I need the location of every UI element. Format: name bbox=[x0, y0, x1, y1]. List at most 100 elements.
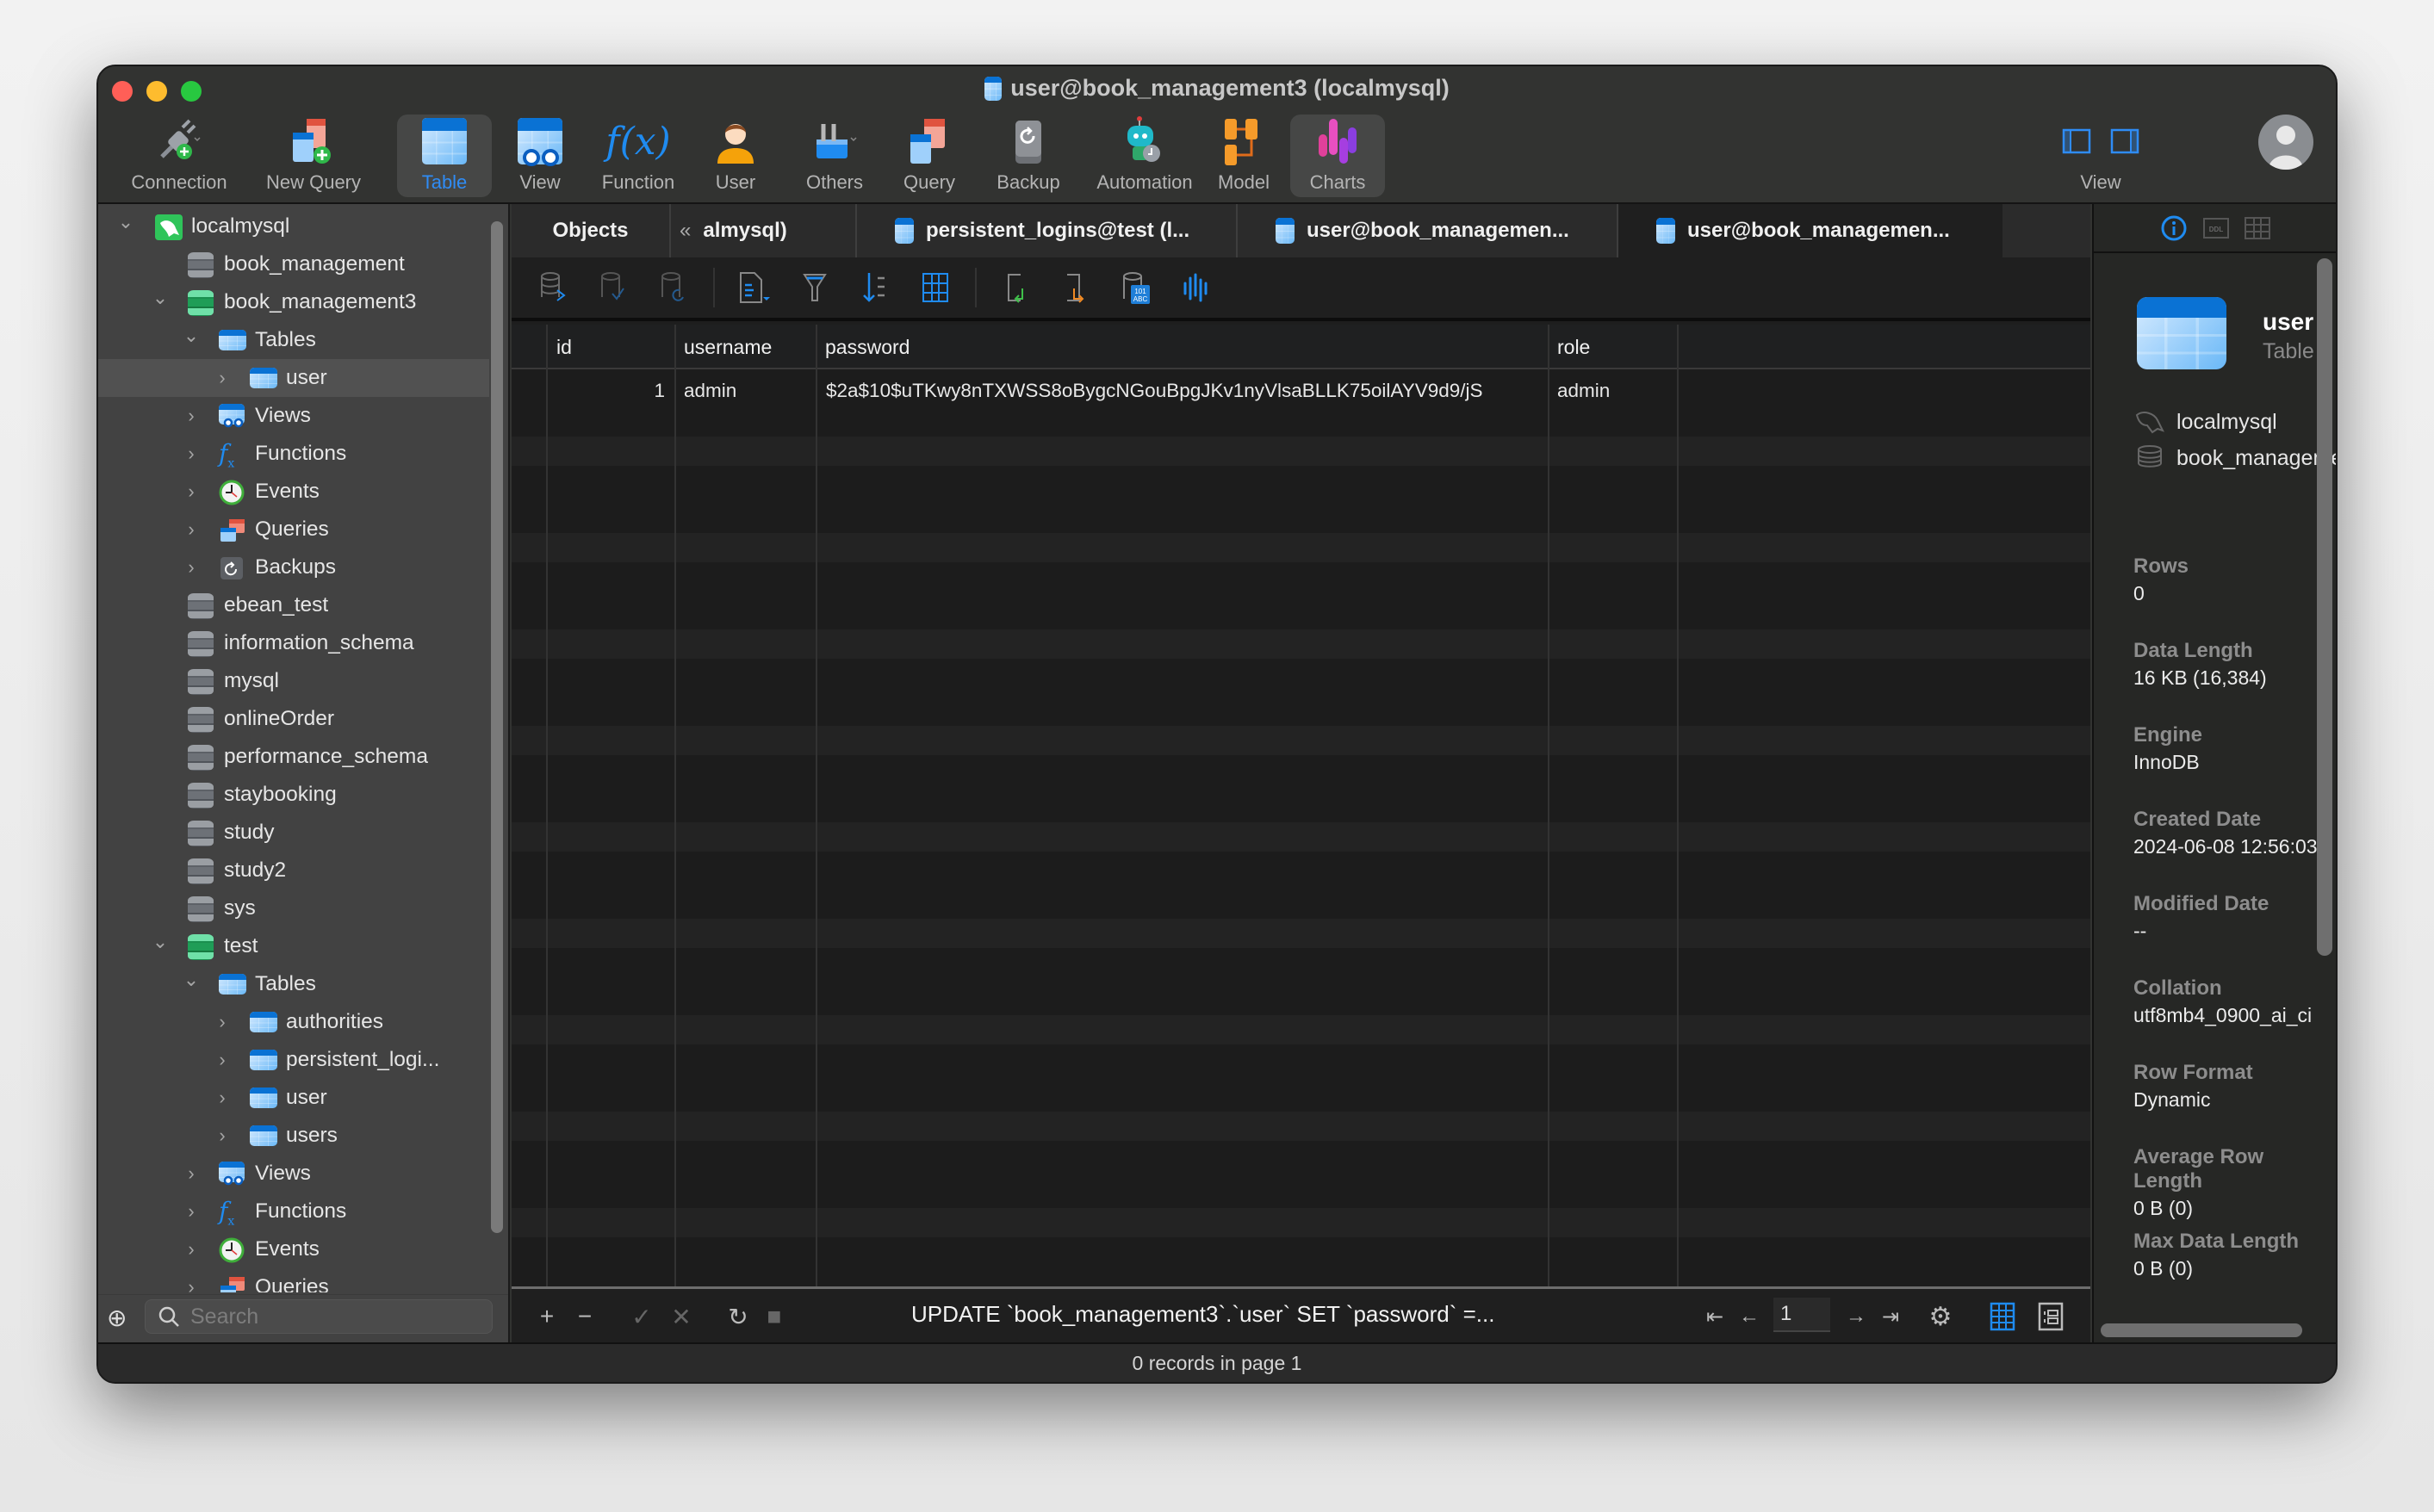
sidebar-item-queries[interactable]: › Queries bbox=[98, 511, 489, 548]
delete-record-button[interactable]: − bbox=[570, 1299, 599, 1334]
column-header-username[interactable]: username bbox=[675, 325, 817, 369]
column-divider[interactable] bbox=[1677, 325, 1679, 1286]
sidebar-item-user[interactable]: › user bbox=[98, 359, 489, 397]
chevron-down-icon[interactable]: ⌄ bbox=[183, 969, 200, 990]
tab-scroll-left-icon[interactable]: « bbox=[680, 219, 691, 243]
chevron-right-icon[interactable]: › bbox=[214, 1125, 231, 1146]
sidebar-item-staybooking[interactable]: staybooking bbox=[98, 776, 489, 814]
sidebar-item-events[interactable]: › Events bbox=[98, 1230, 489, 1268]
sidebar-item-user[interactable]: › user bbox=[98, 1079, 489, 1117]
column-header-id[interactable]: id bbox=[548, 325, 675, 369]
chevron-down-icon[interactable]: ⌄ bbox=[117, 211, 134, 232]
toolbar-connection[interactable]: Connection bbox=[114, 115, 245, 197]
tab-persistent-logins[interactable]: persistent_logins@test (l... bbox=[857, 204, 1238, 257]
form-view-icon[interactable] bbox=[2036, 1299, 2065, 1334]
layout-icon[interactable] bbox=[2244, 216, 2270, 239]
toolbar-query[interactable]: Query bbox=[891, 115, 968, 197]
chevron-down-icon[interactable]: ⌄ bbox=[152, 931, 169, 952]
sidebar-item-events[interactable]: › Events bbox=[98, 473, 489, 511]
table-row[interactable]: 1 admin $2a$10$uTKwy8nTXWSS8oBygcNGouBpg… bbox=[512, 372, 2090, 410]
add-record-button[interactable]: + bbox=[532, 1299, 562, 1334]
sidebar-item-views[interactable]: › Views bbox=[98, 1155, 489, 1193]
sidebar-item-queries[interactable]: › Queries bbox=[98, 1268, 489, 1292]
cell-id[interactable]: 1 bbox=[548, 372, 665, 410]
column-header-password[interactable]: password bbox=[817, 325, 1549, 369]
toolbar-function[interactable]: f(x) Function bbox=[591, 115, 686, 197]
info-panel-scrollbar[interactable] bbox=[2317, 258, 2332, 956]
ddl-icon[interactable]: DDL bbox=[2202, 217, 2229, 239]
begin-transaction-icon[interactable] bbox=[532, 267, 574, 308]
cell-username[interactable]: admin bbox=[684, 372, 736, 410]
commit-icon[interactable] bbox=[593, 267, 634, 308]
toolbar-new-query[interactable]: New Query bbox=[245, 115, 382, 197]
sidebar-item-authorities[interactable]: › authorities bbox=[98, 1003, 489, 1041]
toolbar-user[interactable]: User bbox=[701, 115, 770, 197]
chevron-down-icon[interactable]: ⌄ bbox=[183, 325, 200, 346]
last-page-icon[interactable]: ⇥ bbox=[1876, 1299, 1905, 1334]
cell-password[interactable]: $2a$10$uTKwy8nTXWSS8oBygcNGouBpgJKv1nyVl… bbox=[826, 372, 1483, 410]
column-divider[interactable] bbox=[816, 325, 817, 1286]
sql-preview[interactable]: UPDATE `book_management3`.`user` SET `pa… bbox=[911, 1301, 1494, 1328]
first-page-icon[interactable]: ⇤ bbox=[1700, 1299, 1729, 1334]
sidebar-item-tables[interactable]: ⌄ Tables bbox=[98, 321, 489, 359]
columns-icon[interactable] bbox=[915, 267, 956, 308]
chevron-right-icon[interactable]: › bbox=[214, 1087, 231, 1108]
rollback-icon[interactable] bbox=[653, 267, 694, 308]
chart-view-icon[interactable] bbox=[1177, 267, 1218, 308]
chevron-right-icon[interactable]: › bbox=[214, 1011, 231, 1032]
next-page-icon[interactable]: → bbox=[1841, 1299, 1871, 1334]
sidebar-item-book-management[interactable]: book_management bbox=[98, 245, 489, 283]
chevron-right-icon[interactable]: › bbox=[183, 480, 200, 502]
sort-icon[interactable] bbox=[854, 267, 896, 308]
sidebar-item-information-schema[interactable]: information_schema bbox=[98, 624, 489, 662]
chevron-right-icon[interactable]: › bbox=[183, 556, 200, 578]
sidebar-item-book-management3[interactable]: ⌄ book_management3 bbox=[98, 283, 489, 321]
cell-role[interactable]: admin bbox=[1557, 372, 1610, 410]
chevron-down-icon[interactable]: ⌄ bbox=[152, 287, 169, 308]
sidebar-item-ebean-test[interactable]: ebean_test bbox=[98, 586, 489, 624]
tab-user-design[interactable]: user@book_managemen... bbox=[1238, 204, 1618, 257]
info-icon[interactable] bbox=[2160, 214, 2188, 242]
sidebar-item-test[interactable]: ⌄ test bbox=[98, 927, 489, 965]
sidebar-item-sys[interactable]: sys bbox=[98, 889, 489, 927]
tab-user-data[interactable]: user@book_managemen... bbox=[1618, 204, 2002, 257]
sidebar-item-study[interactable]: study bbox=[98, 814, 489, 852]
stop-button[interactable]: ■ bbox=[760, 1299, 789, 1334]
discard-changes-button[interactable]: ✕ bbox=[667, 1299, 696, 1334]
tab-objects[interactable]: Objects bbox=[512, 204, 671, 257]
data-generation-icon[interactable]: 101 ABC bbox=[1116, 267, 1158, 308]
import-icon[interactable] bbox=[996, 267, 1037, 308]
sidebar-item-study2[interactable]: study2 bbox=[98, 852, 489, 889]
chevron-right-icon[interactable]: › bbox=[214, 367, 231, 388]
chevron-right-icon[interactable]: › bbox=[183, 1238, 200, 1260]
sidebar-item-functions[interactable]: › fx Functions bbox=[98, 435, 489, 473]
search-input[interactable]: Search bbox=[145, 1299, 493, 1334]
right-panel-toggle-icon[interactable] bbox=[2110, 128, 2139, 154]
sidebar-item-performance-schema[interactable]: performance_schema bbox=[98, 738, 489, 776]
sidebar-item-tables[interactable]: ⌄ Tables bbox=[98, 965, 489, 1003]
sidebar-item-persistent-logi[interactable]: › persistent_logi... bbox=[98, 1041, 489, 1079]
toolbar-view[interactable]: View bbox=[503, 115, 577, 197]
settings-gear-icon[interactable]: ⚙ bbox=[1926, 1299, 1955, 1334]
toolbar-others[interactable]: Others bbox=[787, 115, 882, 197]
chevron-right-icon[interactable]: › bbox=[183, 1276, 200, 1292]
sidebar-item-backups[interactable]: › Backups bbox=[98, 548, 489, 586]
export-icon[interactable] bbox=[1056, 267, 1097, 308]
previous-page-icon[interactable]: ← bbox=[1735, 1299, 1764, 1334]
chevron-right-icon[interactable]: › bbox=[214, 1049, 231, 1070]
page-number-input[interactable]: 1 bbox=[1773, 1298, 1830, 1332]
column-divider[interactable] bbox=[1548, 325, 1549, 1286]
left-panel-toggle-icon[interactable] bbox=[2062, 128, 2091, 154]
tab-overflow[interactable]: « almysql) bbox=[671, 204, 857, 257]
sidebar-item-users[interactable]: › users bbox=[98, 1117, 489, 1155]
info-panel-hscrollbar[interactable] bbox=[2101, 1323, 2302, 1337]
toolbar-table[interactable]: Table bbox=[397, 115, 492, 197]
column-header-role[interactable]: role bbox=[1549, 325, 1678, 369]
chevron-right-icon[interactable]: › bbox=[183, 1200, 200, 1222]
sidebar-scrollbar[interactable] bbox=[491, 221, 503, 1233]
sidebar-item-functions[interactable]: › fx Functions bbox=[98, 1193, 489, 1230]
chevron-right-icon[interactable]: › bbox=[183, 518, 200, 540]
apply-changes-button[interactable]: ✓ bbox=[627, 1299, 656, 1334]
chevron-right-icon[interactable]: › bbox=[183, 405, 200, 426]
filter-connection-icon[interactable]: ⊕ bbox=[107, 1304, 127, 1332]
